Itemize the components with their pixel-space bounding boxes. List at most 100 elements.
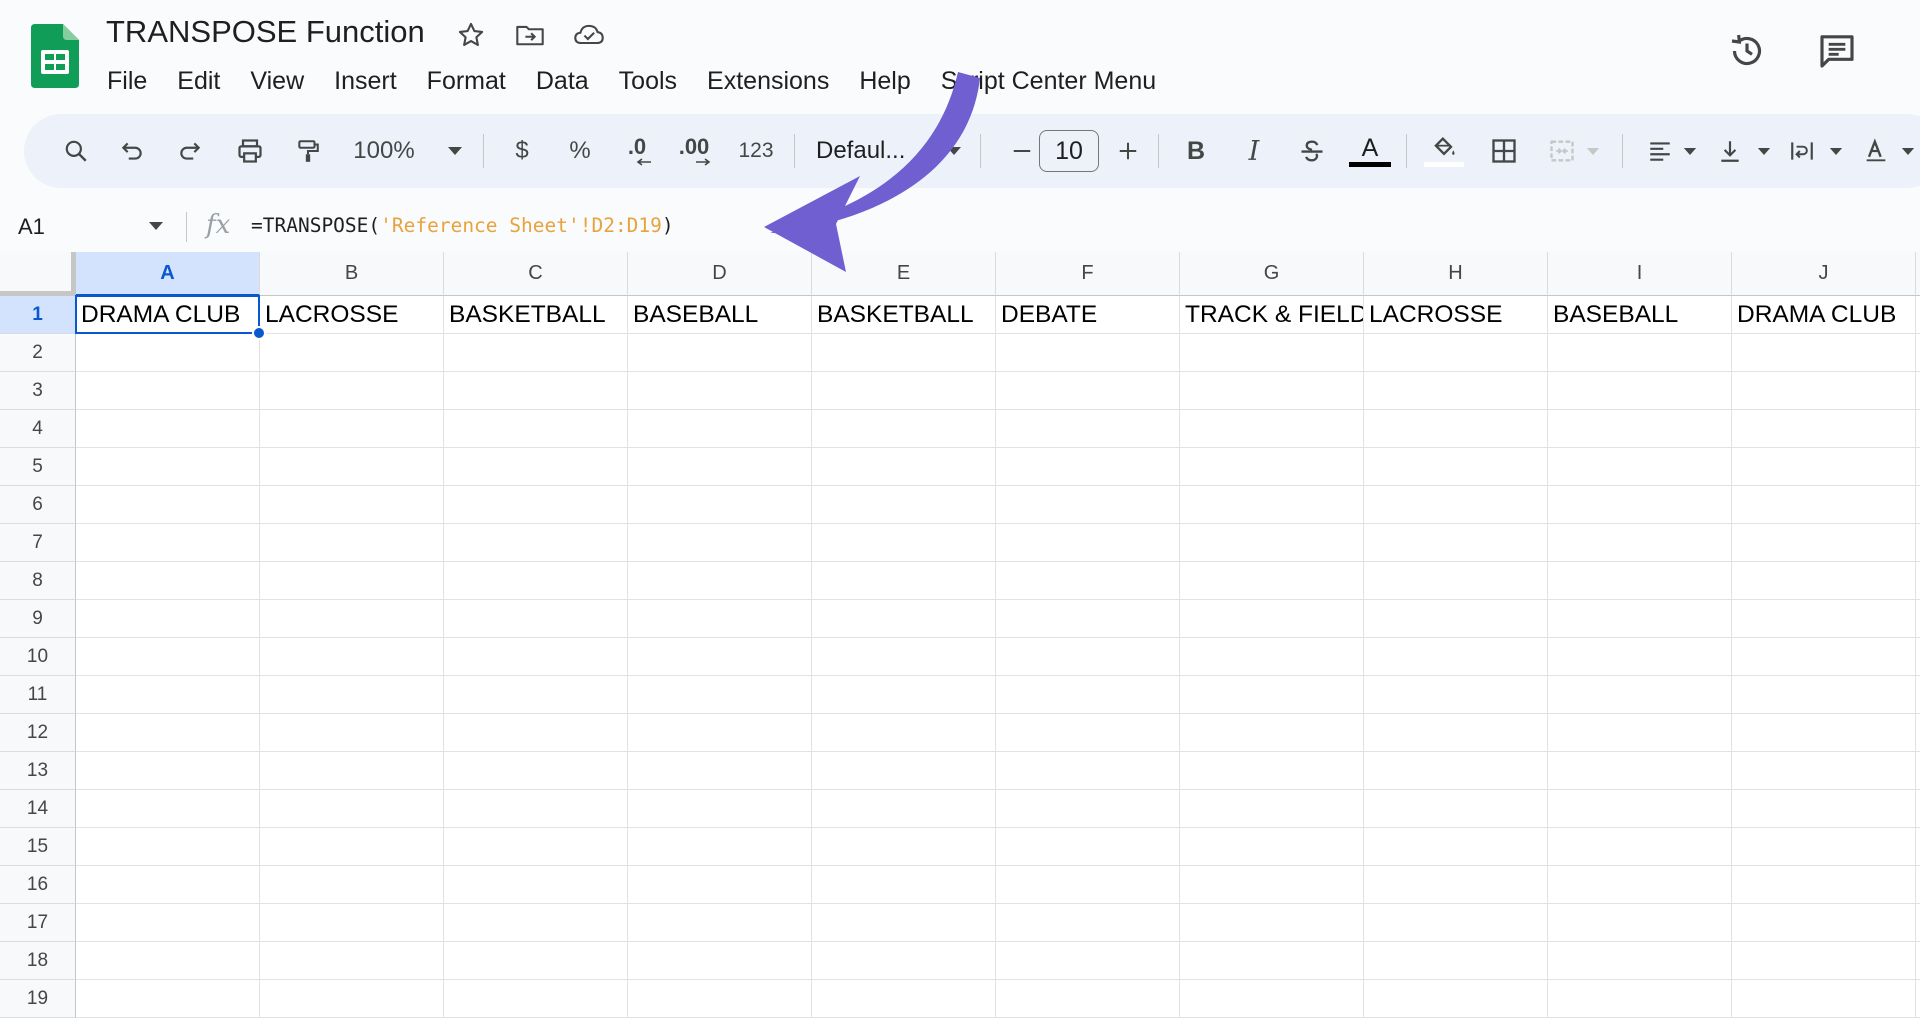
cell-d9[interactable] xyxy=(628,600,812,638)
cell-b12[interactable] xyxy=(260,714,444,752)
cell-h3[interactable] xyxy=(1364,372,1548,410)
column-header-h[interactable]: H xyxy=(1364,252,1548,296)
cell-h10[interactable] xyxy=(1364,638,1548,676)
cell-d19[interactable] xyxy=(628,980,812,1018)
cell-e10[interactable] xyxy=(812,638,996,676)
percent-format-button[interactable]: % xyxy=(560,114,600,188)
cell-j13[interactable] xyxy=(1732,752,1916,790)
cell-c18[interactable] xyxy=(444,942,628,980)
row-header-4[interactable]: 4 xyxy=(0,410,76,448)
cell-k5[interactable] xyxy=(1916,448,1920,486)
column-header-f[interactable]: F xyxy=(996,252,1180,296)
increase-decimal-button[interactable]: .00 xyxy=(668,114,720,188)
cell-e2[interactable] xyxy=(812,334,996,372)
cell-h1[interactable]: LACROSSE xyxy=(1364,296,1548,334)
cell-a12[interactable] xyxy=(76,714,260,752)
cell-d11[interactable] xyxy=(628,676,812,714)
fill-color-icon[interactable] xyxy=(1420,114,1468,188)
paint-format-icon[interactable] xyxy=(286,114,330,188)
cell-d7[interactable] xyxy=(628,524,812,562)
cell-f19[interactable] xyxy=(996,980,1180,1018)
menu-format[interactable]: Format xyxy=(412,67,521,96)
cell-d18[interactable] xyxy=(628,942,812,980)
cell-a11[interactable] xyxy=(76,676,260,714)
column-header-a[interactable]: A xyxy=(76,252,260,296)
cell-g7[interactable] xyxy=(1180,524,1364,562)
cell-k2[interactable] xyxy=(1916,334,1920,372)
horizontal-align-dropdown-icon[interactable] xyxy=(1678,114,1702,188)
cell-e17[interactable] xyxy=(812,904,996,942)
cell-i13[interactable] xyxy=(1548,752,1732,790)
cell-f9[interactable] xyxy=(996,600,1180,638)
cell-g18[interactable] xyxy=(1180,942,1364,980)
cell-e16[interactable] xyxy=(812,866,996,904)
cell-b15[interactable] xyxy=(260,828,444,866)
menu-insert[interactable]: Insert xyxy=(319,67,412,96)
cell-d15[interactable] xyxy=(628,828,812,866)
cell-i11[interactable] xyxy=(1548,676,1732,714)
name-box[interactable]: A1 xyxy=(18,210,168,244)
row-header-5[interactable]: 5 xyxy=(0,448,76,486)
cell-i8[interactable] xyxy=(1548,562,1732,600)
cloud-saved-icon[interactable] xyxy=(572,18,606,52)
cell-d8[interactable] xyxy=(628,562,812,600)
cell-k16[interactable] xyxy=(1916,866,1920,904)
cell-a15[interactable] xyxy=(76,828,260,866)
cell-b7[interactable] xyxy=(260,524,444,562)
column-header-c[interactable]: C xyxy=(444,252,628,296)
print-icon[interactable] xyxy=(228,114,272,188)
column-header-g[interactable]: G xyxy=(1180,252,1364,296)
cell-h15[interactable] xyxy=(1364,828,1548,866)
column-header-j[interactable]: J xyxy=(1732,252,1916,296)
cell-f1[interactable]: DEBATE xyxy=(996,296,1180,334)
text-color-button[interactable]: A xyxy=(1348,114,1392,188)
italic-button[interactable]: I xyxy=(1234,114,1274,188)
cell-f15[interactable] xyxy=(996,828,1180,866)
cell-h4[interactable] xyxy=(1364,410,1548,448)
cell-h18[interactable] xyxy=(1364,942,1548,980)
cell-j7[interactable] xyxy=(1732,524,1916,562)
merge-cells-icon[interactable] xyxy=(1540,114,1584,188)
cell-h16[interactable] xyxy=(1364,866,1548,904)
cell-c7[interactable] xyxy=(444,524,628,562)
cell-f16[interactable] xyxy=(996,866,1180,904)
cell-c8[interactable] xyxy=(444,562,628,600)
cell-i15[interactable] xyxy=(1548,828,1732,866)
column-header-b[interactable]: B xyxy=(260,252,444,296)
cell-f13[interactable] xyxy=(996,752,1180,790)
cell-a19[interactable] xyxy=(76,980,260,1018)
row-header-19[interactable]: 19 xyxy=(0,980,76,1018)
cell-f14[interactable] xyxy=(996,790,1180,828)
cell-e9[interactable] xyxy=(812,600,996,638)
menu-data[interactable]: Data xyxy=(521,67,604,96)
redo-icon[interactable] xyxy=(168,114,212,188)
undo-icon[interactable] xyxy=(110,114,154,188)
cell-e4[interactable] xyxy=(812,410,996,448)
row-header-11[interactable]: 11 xyxy=(0,676,76,714)
cell-j16[interactable] xyxy=(1732,866,1916,904)
comments-icon[interactable] xyxy=(1814,28,1860,74)
row-header-17[interactable]: 17 xyxy=(0,904,76,942)
cell-j8[interactable] xyxy=(1732,562,1916,600)
document-title[interactable]: TRANSPOSE Function xyxy=(106,14,425,50)
cell-j6[interactable] xyxy=(1732,486,1916,524)
menu-script-center[interactable]: Script Center Menu xyxy=(926,67,1171,96)
cell-b19[interactable] xyxy=(260,980,444,1018)
cell-f7[interactable] xyxy=(996,524,1180,562)
cell-k10[interactable] xyxy=(1916,638,1920,676)
cell-a14[interactable] xyxy=(76,790,260,828)
cell-g4[interactable] xyxy=(1180,410,1364,448)
cell-g8[interactable] xyxy=(1180,562,1364,600)
menu-help[interactable]: Help xyxy=(844,67,925,96)
column-header-i[interactable]: I xyxy=(1548,252,1732,296)
cell-h2[interactable] xyxy=(1364,334,1548,372)
cell-f11[interactable] xyxy=(996,676,1180,714)
cell-c11[interactable] xyxy=(444,676,628,714)
column-header-e[interactable]: E xyxy=(812,252,996,296)
cell-c2[interactable] xyxy=(444,334,628,372)
cell-h9[interactable] xyxy=(1364,600,1548,638)
fill-handle[interactable] xyxy=(252,326,266,340)
cell-c6[interactable] xyxy=(444,486,628,524)
cell-c3[interactable] xyxy=(444,372,628,410)
cell-g13[interactable] xyxy=(1180,752,1364,790)
